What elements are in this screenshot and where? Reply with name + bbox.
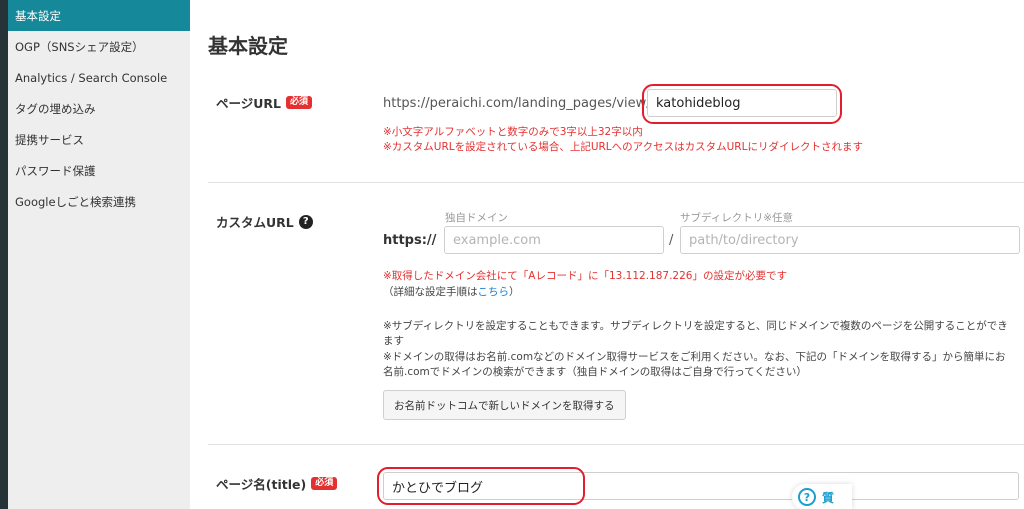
path-separator: /: [669, 233, 674, 248]
sidebar-item-google-jobs[interactable]: Googleしごと検索連携: [8, 186, 190, 217]
subdir-note-line2: ます: [383, 335, 404, 347]
settings-sidebar: 基本設定 OGP（SNSシェア設定） Analytics / Search Co…: [8, 0, 190, 509]
sidebar-item-tag-embed[interactable]: タグの埋め込み: [8, 93, 190, 124]
help-icon[interactable]: ?: [298, 214, 313, 229]
url-note-redirect: ※カスタムURLを設定されている場合、上記URLへのアクセスはカスタムURLにリ…: [383, 141, 863, 153]
detail-link[interactable]: こちら: [478, 286, 510, 298]
page-title: 基本設定: [208, 34, 288, 58]
domain-note-line2: 名前.comでドメインの検索ができます（独自ドメインの取得はご自身で行ってくださ…: [383, 366, 807, 378]
help-widget[interactable]: ? 質: [792, 484, 852, 509]
settings-main: 基本設定 ページURL 必須 https://peraichi.com/land…: [190, 0, 1024, 509]
sidebar-item-partner-services[interactable]: 提携サービス: [8, 124, 190, 155]
custom-url-label: カスタムURL ?: [216, 212, 313, 231]
section-divider: [208, 182, 1024, 183]
domain-input[interactable]: [444, 226, 664, 254]
help-label: 質: [822, 490, 835, 505]
sidebar-item-basic-settings[interactable]: 基本設定: [8, 0, 190, 31]
sidebar-item-password-protection[interactable]: パスワード保護: [8, 155, 190, 186]
domain-note-line1: ※ドメインの取得はお名前.comなどのドメイン取得サービスをご利用ください。なお…: [383, 351, 1006, 363]
sidebar-item-analytics[interactable]: Analytics / Search Console: [8, 62, 190, 93]
detail-note: （詳細な設定手順はこちら）: [383, 285, 520, 300]
page-name-input[interactable]: [383, 472, 1019, 500]
section-divider: [208, 444, 1024, 445]
url-prefix: https://peraichi.com/landing_pages/view/: [383, 96, 651, 111]
page-url-label-text: ページURL: [216, 96, 281, 111]
page-url-input[interactable]: [647, 89, 837, 117]
required-badge: 必須: [286, 96, 313, 109]
subdir-note-line1: ※サブディレクトリを設定することもできます。サブディレクトリを設定すると、同じド…: [383, 320, 1008, 332]
question-icon: ?: [798, 488, 816, 506]
page-name-label: ページ名(title) 必須: [216, 474, 338, 493]
page-name-label-text: ページ名(title): [216, 477, 307, 492]
detail-prefix: （詳細な設定手順は: [383, 286, 478, 298]
background-strip: [0, 0, 8, 509]
dns-note: ※取得したドメイン会社にて「Aレコード」に「13.112.187.226」の設定…: [383, 270, 787, 282]
page-url-label: ページURL 必須: [216, 93, 313, 112]
subdirectory-input[interactable]: [680, 226, 1020, 254]
custom-url-label-text: カスタムURL: [216, 215, 294, 230]
get-domain-button[interactable]: お名前ドットコムで新しいドメインを取得する: [383, 390, 626, 420]
https-scheme: https://: [383, 233, 437, 248]
url-note-format: ※小文字アルファベットと数字のみで3字以上32字以内: [383, 126, 643, 138]
domain-caption: 独自ドメイン: [445, 212, 508, 224]
required-badge: 必須: [311, 477, 338, 490]
subdir-caption: サブディレクトリ※任意: [680, 212, 794, 224]
detail-suffix: ）: [509, 286, 520, 298]
sidebar-item-ogp[interactable]: OGP（SNSシェア設定）: [8, 31, 190, 62]
